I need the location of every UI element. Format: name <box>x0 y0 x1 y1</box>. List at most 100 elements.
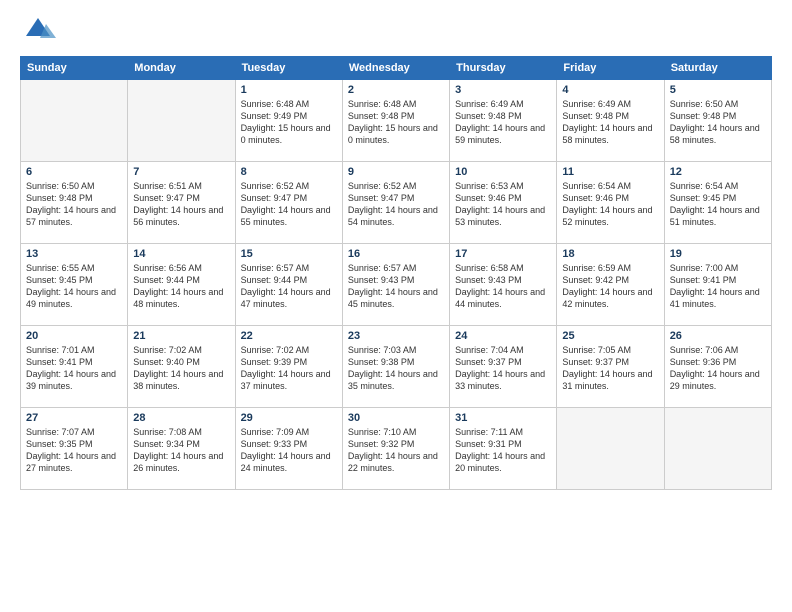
calendar-week-row: 20 Sunrise: 7:01 AM Sunset: 9:41 PM Dayli… <box>21 326 772 408</box>
calendar-cell: 13Sunrise: 6:55 AM Sunset: 9:45 PM Dayli… <box>21 244 128 326</box>
day-number: 14 <box>133 248 229 260</box>
calendar-cell: 16Sunrise: 6:57 AM Sunset: 9:43 PM Dayli… <box>342 244 449 326</box>
calendar-cell: 9 Sunrise: 6:52 AM Sunset: 9:47 PM Daylig… <box>342 162 449 244</box>
day-info: Sunrise: 7:02 AM Sunset: 9:40 PM Dayligh… <box>133 344 229 393</box>
day-number: 9 <box>348 166 444 178</box>
calendar-cell: 24 Sunrise: 7:04 AM Sunset: 9:37 PM Dayli… <box>450 326 557 408</box>
calendar-cell: 18 Sunrise: 6:59 AM Sunset: 9:42 PM Dayli… <box>557 244 664 326</box>
day-number: 22 <box>241 330 337 342</box>
day-number: 28 <box>133 412 229 424</box>
calendar-cell: 12 Sunrise: 6:54 AM Sunset: 9:45 PM Dayli… <box>664 162 771 244</box>
day-info: Sunrise: 6:51 AM Sunset: 9:47 PM Dayligh… <box>133 180 229 229</box>
day-number: 24 <box>455 330 551 342</box>
day-number: 6 <box>26 166 122 178</box>
day-info: Sunrise: 7:08 AM Sunset: 9:34 PM Dayligh… <box>133 426 229 475</box>
calendar-cell: 28 Sunrise: 7:08 AM Sunset: 9:34 PM Dayli… <box>128 408 235 490</box>
day-number: 26 <box>670 330 766 342</box>
calendar-cell: 15 Sunrise: 6:57 AM Sunset: 9:44 PM Dayli… <box>235 244 342 326</box>
day-info: Sunrise: 6:57 AM Sunset: 9:44 PM Dayligh… <box>241 262 337 311</box>
day-number: 27 <box>26 412 122 424</box>
day-info: Sunrise: 6:59 AM Sunset: 9:42 PM Dayligh… <box>562 262 658 311</box>
day-info: Sunrise: 6:52 AM Sunset: 9:47 PM Dayligh… <box>348 180 444 229</box>
day-number: 3 <box>455 84 551 96</box>
calendar-cell <box>128 80 235 162</box>
calendar-week-row: 1 Sunrise: 6:48 AM Sunset: 9:49 PM Daylig… <box>21 80 772 162</box>
weekday-header-wednesday: Wednesday <box>342 57 449 80</box>
logo-icon <box>20 16 56 46</box>
day-info: Sunrise: 6:57 AM Sunset: 9:43 PM Dayligh… <box>348 262 444 311</box>
calendar-week-row: 27 Sunrise: 7:07 AM Sunset: 9:35 PM Dayli… <box>21 408 772 490</box>
calendar-cell <box>664 408 771 490</box>
day-number: 5 <box>670 84 766 96</box>
day-number: 30 <box>348 412 444 424</box>
calendar-cell: 2 Sunrise: 6:48 AM Sunset: 9:48 PM Daylig… <box>342 80 449 162</box>
calendar-cell: 6 Sunrise: 6:50 AM Sunset: 9:48 PM Daylig… <box>21 162 128 244</box>
calendar-cell: 29Sunrise: 7:09 AM Sunset: 9:33 PM Dayli… <box>235 408 342 490</box>
calendar-cell: 10Sunrise: 6:53 AM Sunset: 9:46 PM Dayli… <box>450 162 557 244</box>
day-number: 4 <box>562 84 658 96</box>
day-number: 18 <box>562 248 658 260</box>
day-number: 11 <box>562 166 658 178</box>
day-info: Sunrise: 7:10 AM Sunset: 9:32 PM Dayligh… <box>348 426 444 475</box>
weekday-header-tuesday: Tuesday <box>235 57 342 80</box>
calendar-cell: 4Sunrise: 6:49 AM Sunset: 9:48 PM Daylig… <box>557 80 664 162</box>
calendar-cell: 22Sunrise: 7:02 AM Sunset: 9:39 PM Dayli… <box>235 326 342 408</box>
logo <box>20 16 60 46</box>
day-number: 31 <box>455 412 551 424</box>
calendar-cell: 21 Sunrise: 7:02 AM Sunset: 9:40 PM Dayli… <box>128 326 235 408</box>
header <box>20 16 772 46</box>
day-info: Sunrise: 7:03 AM Sunset: 9:38 PM Dayligh… <box>348 344 444 393</box>
calendar-cell <box>557 408 664 490</box>
calendar-cell: 19 Sunrise: 7:00 AM Sunset: 9:41 PM Dayli… <box>664 244 771 326</box>
day-info: Sunrise: 7:05 AM Sunset: 9:37 PM Dayligh… <box>562 344 658 393</box>
day-number: 7 <box>133 166 229 178</box>
calendar-cell: 3 Sunrise: 6:49 AM Sunset: 9:48 PM Daylig… <box>450 80 557 162</box>
weekday-header-friday: Friday <box>557 57 664 80</box>
calendar-cell: 1 Sunrise: 6:48 AM Sunset: 9:49 PM Daylig… <box>235 80 342 162</box>
day-info: Sunrise: 7:00 AM Sunset: 9:41 PM Dayligh… <box>670 262 766 311</box>
weekday-header-sunday: Sunday <box>21 57 128 80</box>
day-info: Sunrise: 6:54 AM Sunset: 9:45 PM Dayligh… <box>670 180 766 229</box>
day-number: 1 <box>241 84 337 96</box>
day-number: 15 <box>241 248 337 260</box>
calendar-cell: 25 Sunrise: 7:05 AM Sunset: 9:37 PM Dayli… <box>557 326 664 408</box>
day-info: Sunrise: 6:56 AM Sunset: 9:44 PM Dayligh… <box>133 262 229 311</box>
day-number: 23 <box>348 330 444 342</box>
calendar-week-row: 6 Sunrise: 6:50 AM Sunset: 9:48 PM Daylig… <box>21 162 772 244</box>
day-info: Sunrise: 6:50 AM Sunset: 9:48 PM Dayligh… <box>26 180 122 229</box>
calendar-cell: 20 Sunrise: 7:01 AM Sunset: 9:41 PM Dayli… <box>21 326 128 408</box>
page: SundayMondayTuesdayWednesdayThursdayFrid… <box>0 0 792 612</box>
day-info: Sunrise: 7:11 AM Sunset: 9:31 PM Dayligh… <box>455 426 551 475</box>
weekday-header-thursday: Thursday <box>450 57 557 80</box>
calendar-cell: 26Sunrise: 7:06 AM Sunset: 9:36 PM Dayli… <box>664 326 771 408</box>
day-number: 25 <box>562 330 658 342</box>
weekday-header-monday: Monday <box>128 57 235 80</box>
calendar-cell: 23 Sunrise: 7:03 AM Sunset: 9:38 PM Dayli… <box>342 326 449 408</box>
day-info: Sunrise: 6:48 AM Sunset: 9:49 PM Dayligh… <box>241 98 337 147</box>
day-number: 20 <box>26 330 122 342</box>
day-number: 19 <box>670 248 766 260</box>
day-number: 17 <box>455 248 551 260</box>
calendar-cell: 11Sunrise: 6:54 AM Sunset: 9:46 PM Dayli… <box>557 162 664 244</box>
calendar-header-row: SundayMondayTuesdayWednesdayThursdayFrid… <box>21 57 772 80</box>
day-number: 12 <box>670 166 766 178</box>
day-number: 21 <box>133 330 229 342</box>
day-info: Sunrise: 7:07 AM Sunset: 9:35 PM Dayligh… <box>26 426 122 475</box>
day-number: 13 <box>26 248 122 260</box>
day-info: Sunrise: 7:01 AM Sunset: 9:41 PM Dayligh… <box>26 344 122 393</box>
calendar-cell: 27 Sunrise: 7:07 AM Sunset: 9:35 PM Dayli… <box>21 408 128 490</box>
day-info: Sunrise: 6:50 AM Sunset: 9:48 PM Dayligh… <box>670 98 766 147</box>
calendar-table: SundayMondayTuesdayWednesdayThursdayFrid… <box>20 56 772 490</box>
day-info: Sunrise: 6:49 AM Sunset: 9:48 PM Dayligh… <box>455 98 551 147</box>
day-info: Sunrise: 6:58 AM Sunset: 9:43 PM Dayligh… <box>455 262 551 311</box>
calendar-cell: 5 Sunrise: 6:50 AM Sunset: 9:48 PM Daylig… <box>664 80 771 162</box>
weekday-header-saturday: Saturday <box>664 57 771 80</box>
calendar-cell: 17 Sunrise: 6:58 AM Sunset: 9:43 PM Dayli… <box>450 244 557 326</box>
calendar-week-row: 13Sunrise: 6:55 AM Sunset: 9:45 PM Dayli… <box>21 244 772 326</box>
day-info: Sunrise: 7:04 AM Sunset: 9:37 PM Dayligh… <box>455 344 551 393</box>
day-info: Sunrise: 6:48 AM Sunset: 9:48 PM Dayligh… <box>348 98 444 147</box>
calendar-cell: 30 Sunrise: 7:10 AM Sunset: 9:32 PM Dayli… <box>342 408 449 490</box>
day-info: Sunrise: 7:09 AM Sunset: 9:33 PM Dayligh… <box>241 426 337 475</box>
day-number: 2 <box>348 84 444 96</box>
calendar-cell <box>21 80 128 162</box>
